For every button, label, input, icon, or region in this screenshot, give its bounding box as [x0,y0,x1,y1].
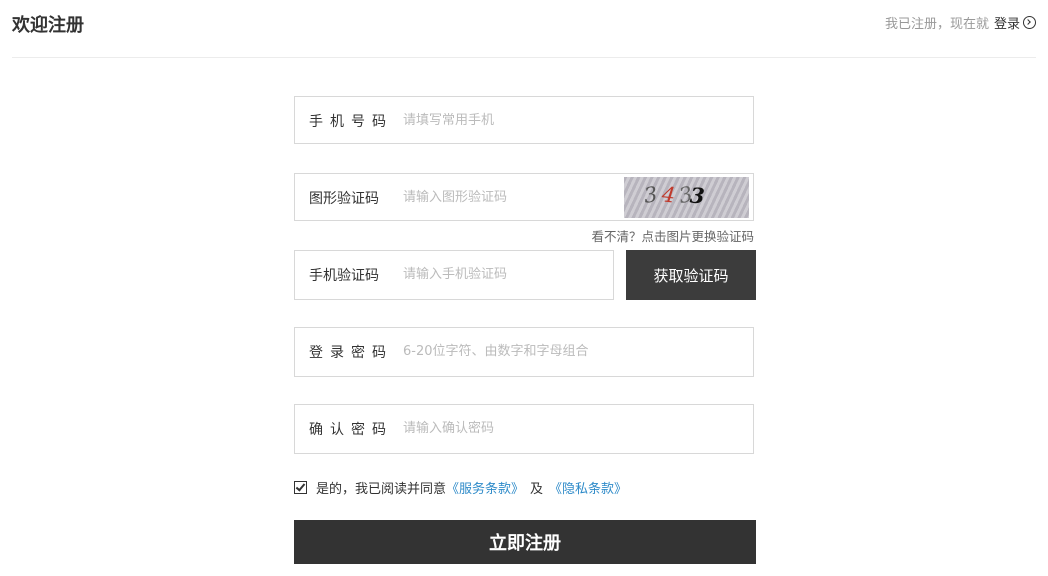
agreement-text: 是的，我已阅读并同意 [316,482,447,497]
captcha-input[interactable] [403,186,603,208]
privacy-terms-link[interactable]: 《隐私条款》 [549,478,627,497]
confirm-password-label: 确认密码 [309,422,393,438]
page-title: 欢迎注册 [12,15,84,36]
captcha-char: 3 [642,182,659,208]
password-label: 登录密码 [309,345,393,361]
captcha-char: 4 [660,182,677,208]
confirm-password-input[interactable] [403,417,723,439]
login-prompt-text: 我已注册，现在就 [884,17,989,32]
captcha-image[interactable]: 3 4 3 3 [624,177,749,218]
service-terms-link[interactable]: 《服务条款》 [446,478,524,497]
sms-code-field: 手机验证码 [294,250,614,300]
page-header: 欢迎注册 我已注册，现在就 登录 [12,0,1036,58]
arrow-circle-right-icon[interactable] [1023,16,1036,29]
register-button[interactable]: 立即注册 [294,520,756,564]
captcha-field: 图形验证码 3 4 3 3 [294,173,754,221]
sms-code-label: 手机验证码 [309,268,379,284]
captcha-refresh-tip[interactable]: 看不清？点击图片更换验证码 [294,226,754,245]
captcha-label: 图形验证码 [309,191,379,207]
get-code-button[interactable]: 获取验证码 [626,250,756,300]
password-input[interactable] [403,340,723,362]
phone-input[interactable] [403,109,723,131]
captcha-char: 3 [689,182,706,209]
phone-label: 手机号码 [309,114,393,130]
password-field: 登录密码 [294,327,754,377]
sms-code-input[interactable] [403,263,593,285]
phone-field: 手机号码 [294,96,754,144]
login-link[interactable]: 登录 [994,13,1020,32]
agreement-joiner: 及 [530,482,544,497]
login-hint: 我已注册，现在就 登录 [885,13,1036,32]
agreement-row: 是的，我已阅读并同意 《服务条款》 及 《隐私条款》 [294,478,627,497]
agree-checkbox[interactable] [294,481,307,494]
confirm-password-field: 确认密码 [294,404,754,454]
